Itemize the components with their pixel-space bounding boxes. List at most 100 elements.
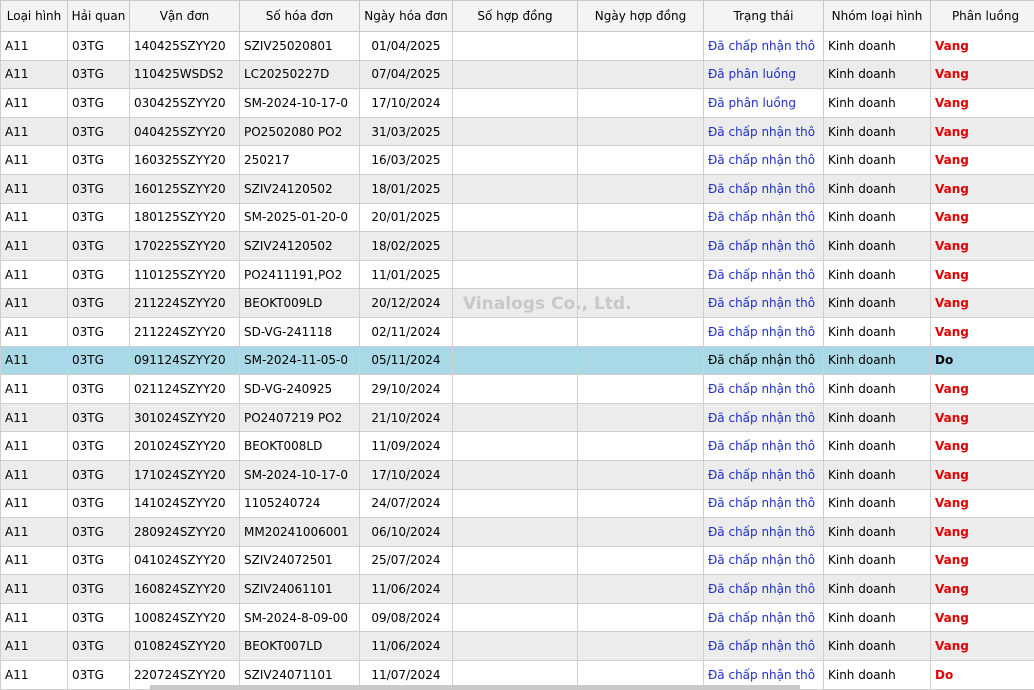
table-row[interactable]: A11 03TG 140425SZYY20 SZIV25020801 01/04/202… xyxy=(0,31,1034,61)
cell-loai-hinh[interactable]: A11 xyxy=(0,31,68,61)
cell-ngay-hoa-don[interactable]: 24/07/2024 xyxy=(359,488,453,519)
table-row[interactable]: A11 03TG 091124SZYY20 SM-2024-11-05-0 05/11/… xyxy=(0,345,1034,376)
cell-nhom-loai-hinh[interactable]: Kinh doanh xyxy=(823,145,931,175)
cell-ngay-hop-dong[interactable] xyxy=(577,374,704,404)
cell-loai-hinh[interactable]: A11 xyxy=(0,231,68,261)
cell-ngay-hop-dong[interactable] xyxy=(577,459,704,490)
cell-phan-luong[interactable]: Vang xyxy=(930,459,1034,490)
cell-loai-hinh[interactable]: A11 xyxy=(0,545,68,576)
cell-so-hoa-don[interactable]: SM-2024-11-05-0 xyxy=(239,345,360,376)
cell-hai-quan[interactable]: 03TG xyxy=(67,145,130,175)
cell-so-hop-dong[interactable] xyxy=(452,517,578,547)
cell-trang-thai[interactable]: Đã chấp nhận thô xyxy=(703,459,824,490)
cell-so-hop-dong[interactable] xyxy=(452,88,578,118)
cell-ngay-hop-dong[interactable] xyxy=(577,345,704,376)
cell-ngay-hoa-don[interactable]: 31/03/2025 xyxy=(359,116,453,147)
cell-so-hoa-don[interactable]: 250217 xyxy=(239,145,360,175)
cell-so-hop-dong[interactable] xyxy=(452,59,578,90)
table-row[interactable]: A11 03TG 160325SZYY20 250217 16/03/2025 Đã ch… xyxy=(0,145,1034,175)
cell-ngay-hoa-don[interactable]: 11/01/2025 xyxy=(359,259,453,290)
cell-hai-quan[interactable]: 03TG xyxy=(67,202,130,233)
cell-ngay-hoa-don[interactable]: 29/10/2024 xyxy=(359,374,453,404)
cell-trang-thai[interactable]: Đã chấp nhận thô xyxy=(703,345,824,376)
cell-nhom-loai-hinh[interactable]: Kinh doanh xyxy=(823,459,931,490)
cell-ngay-hoa-don[interactable]: 11/09/2024 xyxy=(359,431,453,461)
cell-so-hoa-don[interactable]: SM-2024-10-17-0 xyxy=(239,88,360,118)
cell-trang-thai[interactable]: Đã chấp nhận thô xyxy=(703,402,824,433)
cell-so-hop-dong[interactable] xyxy=(452,374,578,404)
cell-loai-hinh[interactable]: A11 xyxy=(0,374,68,404)
cell-nhom-loai-hinh[interactable]: Kinh doanh xyxy=(823,374,931,404)
cell-ngay-hoa-don[interactable]: 11/06/2024 xyxy=(359,574,453,604)
cell-phan-luong[interactable]: Do xyxy=(930,660,1034,690)
cell-so-hop-dong[interactable] xyxy=(452,574,578,604)
column-header[interactable]: Số hóa đơn xyxy=(239,0,360,32)
cell-van-don[interactable]: 171024SZYY20 xyxy=(129,459,240,490)
cell-nhom-loai-hinh[interactable]: Kinh doanh xyxy=(823,173,931,204)
cell-hai-quan[interactable]: 03TG xyxy=(67,231,130,261)
column-header[interactable]: Ngày hóa đơn xyxy=(359,0,453,32)
cell-trang-thai[interactable]: Đã chấp nhận thô xyxy=(703,202,824,233)
table-row[interactable]: A11 03TG 100824SZYY20 SM-2024-8-09-00 09/08/… xyxy=(0,602,1034,633)
column-header[interactable]: Vận đơn xyxy=(129,0,240,32)
cell-hai-quan[interactable]: 03TG xyxy=(67,173,130,204)
cell-phan-luong[interactable]: Vang xyxy=(930,173,1034,204)
cell-nhom-loai-hinh[interactable]: Kinh doanh xyxy=(823,288,931,318)
table-row[interactable]: A11 03TG 180125SZYY20 SM-2025-01-20-0 20/01/… xyxy=(0,202,1034,233)
cell-so-hoa-don[interactable]: SZIV25020801 xyxy=(239,31,360,61)
cell-so-hop-dong[interactable] xyxy=(452,173,578,204)
cell-so-hoa-don[interactable]: SZIV24120502 xyxy=(239,173,360,204)
cell-ngay-hop-dong[interactable] xyxy=(577,231,704,261)
cell-ngay-hop-dong[interactable] xyxy=(577,259,704,290)
cell-loai-hinh[interactable]: A11 xyxy=(0,660,68,690)
cell-phan-luong[interactable]: Vang xyxy=(930,288,1034,318)
cell-ngay-hop-dong[interactable] xyxy=(577,31,704,61)
cell-phan-luong[interactable]: Vang xyxy=(930,517,1034,547)
cell-van-don[interactable]: 030425SZYY20 xyxy=(129,88,240,118)
cell-so-hoa-don[interactable]: SZIV24061101 xyxy=(239,574,360,604)
cell-van-don[interactable]: 160824SZYY20 xyxy=(129,574,240,604)
cell-phan-luong[interactable]: Vang xyxy=(930,31,1034,61)
cell-loai-hinh[interactable]: A11 xyxy=(0,517,68,547)
cell-so-hop-dong[interactable] xyxy=(452,202,578,233)
cell-loai-hinh[interactable]: A11 xyxy=(0,402,68,433)
cell-van-don[interactable]: 180125SZYY20 xyxy=(129,202,240,233)
cell-van-don[interactable]: 021124SZYY20 xyxy=(129,374,240,404)
cell-van-don[interactable]: 301024SZYY20 xyxy=(129,402,240,433)
cell-nhom-loai-hinh[interactable]: Kinh doanh xyxy=(823,202,931,233)
cell-so-hop-dong[interactable] xyxy=(452,431,578,461)
cell-so-hoa-don[interactable]: BEOKT007LD xyxy=(239,631,360,662)
cell-nhom-loai-hinh[interactable]: Kinh doanh xyxy=(823,316,931,347)
cell-ngay-hop-dong[interactable] xyxy=(577,517,704,547)
cell-ngay-hoa-don[interactable]: 21/10/2024 xyxy=(359,402,453,433)
cell-ngay-hoa-don[interactable]: 20/01/2025 xyxy=(359,202,453,233)
cell-phan-luong[interactable]: Vang xyxy=(930,574,1034,604)
cell-trang-thai[interactable]: Đã chấp nhận thô xyxy=(703,259,824,290)
cell-trang-thai[interactable]: Đã chấp nhận thô xyxy=(703,517,824,547)
cell-van-don[interactable]: 211224SZYY20 xyxy=(129,288,240,318)
cell-nhom-loai-hinh[interactable]: Kinh doanh xyxy=(823,431,931,461)
cell-nhom-loai-hinh[interactable]: Kinh doanh xyxy=(823,631,931,662)
horizontal-scrollbar[interactable] xyxy=(150,685,800,690)
cell-trang-thai[interactable]: Đã phân luồng xyxy=(703,88,824,118)
cell-ngay-hop-dong[interactable] xyxy=(577,431,704,461)
table-row[interactable]: A11 03TG 040425SZYY20 PO2502080 PO2 31/03/20… xyxy=(0,116,1034,147)
cell-nhom-loai-hinh[interactable]: Kinh doanh xyxy=(823,116,931,147)
cell-nhom-loai-hinh[interactable]: Kinh doanh xyxy=(823,574,931,604)
column-header[interactable]: Trạng thái xyxy=(703,0,824,32)
cell-loai-hinh[interactable]: A11 xyxy=(0,574,68,604)
cell-so-hop-dong[interactable] xyxy=(452,316,578,347)
cell-so-hoa-don[interactable]: PO2411191,PO2 xyxy=(239,259,360,290)
cell-hai-quan[interactable]: 03TG xyxy=(67,431,130,461)
cell-ngay-hop-dong[interactable] xyxy=(577,316,704,347)
cell-ngay-hoa-don[interactable]: 09/08/2024 xyxy=(359,602,453,633)
cell-loai-hinh[interactable]: A11 xyxy=(0,459,68,490)
cell-ngay-hop-dong[interactable] xyxy=(577,288,704,318)
cell-van-don[interactable]: 160325SZYY20 xyxy=(129,145,240,175)
cell-so-hop-dong[interactable] xyxy=(452,488,578,519)
cell-ngay-hoa-don[interactable]: 20/12/2024 xyxy=(359,288,453,318)
cell-hai-quan[interactable]: 03TG xyxy=(67,459,130,490)
cell-so-hop-dong[interactable] xyxy=(452,459,578,490)
cell-loai-hinh[interactable]: A11 xyxy=(0,145,68,175)
cell-hai-quan[interactable]: 03TG xyxy=(67,88,130,118)
